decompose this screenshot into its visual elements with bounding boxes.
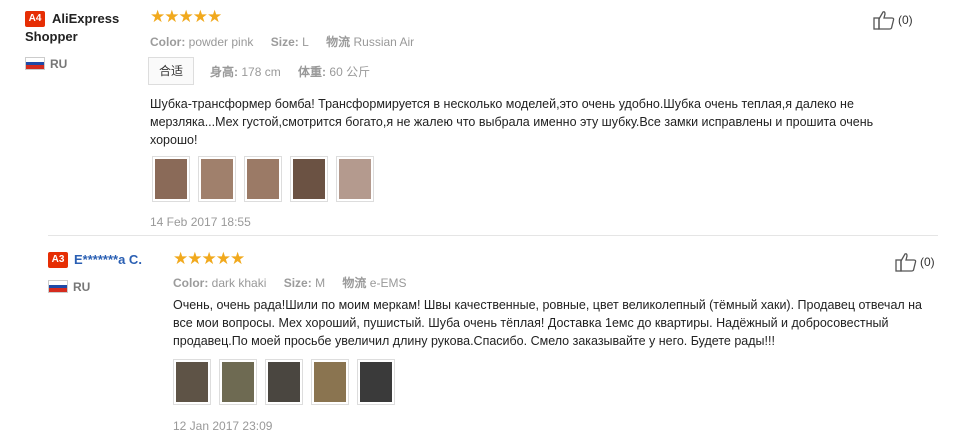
rating-stars: ★★★★★ — [150, 7, 222, 26]
prop-value: powder pink — [188, 35, 254, 49]
thumbs-up-icon — [895, 253, 917, 272]
order-properties: Color: dark khaki Size: M 物流 e-EMS — [173, 274, 420, 291]
review-item: A3 E*******a C. RU ★★★★★ Color: dark kha… — [0, 237, 960, 439]
height-value: 178 cm — [241, 65, 281, 79]
prop-label: 物流 — [326, 35, 351, 49]
helpful-button[interactable]: (0) — [895, 252, 935, 272]
review-photo-thumbnail[interactable] — [265, 359, 303, 405]
helpful-count: (0) — [920, 255, 935, 269]
height-label: 身高: — [210, 65, 238, 79]
prop-label: Size: — [270, 35, 299, 49]
review-date: 14 Feb 2017 18:55 — [150, 215, 251, 229]
prop-value: L — [302, 35, 309, 49]
prop-value: Russian Air — [353, 35, 415, 49]
review-photo-thumbnail[interactable] — [311, 359, 349, 405]
helpful-button[interactable]: (0) — [873, 10, 913, 30]
review-photo-thumbnail[interactable] — [198, 156, 236, 202]
review-photo-thumbnail[interactable] — [357, 359, 395, 405]
body-measurements: 身高: 178 cm 体重: 60 公斤 — [210, 63, 370, 80]
prop-value: M — [315, 276, 326, 290]
review-photo-thumbnail[interactable] — [173, 359, 211, 405]
reviewer-name: E*******a C. — [74, 252, 142, 267]
review-item: A4 AliExpress Shopper RU ★★★★★ Color: po… — [0, 0, 960, 236]
fit-tag: 合适 — [148, 57, 195, 85]
review-photos — [173, 359, 395, 405]
order-properties: Color: powder pink Size: L 物流 Russian Ai… — [150, 33, 428, 50]
review-photo-thumbnail[interactable] — [152, 156, 190, 202]
review-photo-thumbnail[interactable] — [244, 156, 282, 202]
prop-value: e-EMS — [369, 276, 407, 290]
review-photo-thumbnail[interactable] — [336, 156, 374, 202]
country-flag-icon — [48, 280, 68, 293]
reviewer-name: AliExpress Shopper — [25, 11, 120, 44]
prop-label: Color: — [173, 276, 209, 290]
review-photo-thumbnail[interactable] — [219, 359, 257, 405]
weight-value: 60 公斤 — [329, 65, 371, 79]
reviewer-country: RU — [73, 280, 91, 294]
prop-label: Size: — [283, 276, 312, 290]
weight-label: 体重: — [298, 65, 327, 79]
prop-value: dark khaki — [211, 276, 267, 290]
rating-stars: ★★★★★ — [173, 249, 245, 268]
review-photos — [152, 156, 374, 202]
helpful-count: (0) — [898, 13, 913, 27]
thumbs-up-icon — [873, 11, 895, 30]
reviewer-country: RU — [50, 57, 68, 71]
prop-label: Color: — [150, 35, 186, 49]
review-text: Очень, очень рада!Шили по моим меркам! Ш… — [173, 298, 923, 348]
review-text: Шубка-трансформер бомба! Трансформируетс… — [150, 97, 874, 147]
buyer-level-badge: A3 — [48, 252, 68, 268]
review-photo-thumbnail[interactable] — [290, 156, 328, 202]
review-date: 12 Jan 2017 23:09 — [173, 419, 273, 433]
prop-label: 物流 — [342, 276, 367, 290]
country-flag-icon — [25, 57, 45, 70]
review-divider — [48, 235, 938, 236]
